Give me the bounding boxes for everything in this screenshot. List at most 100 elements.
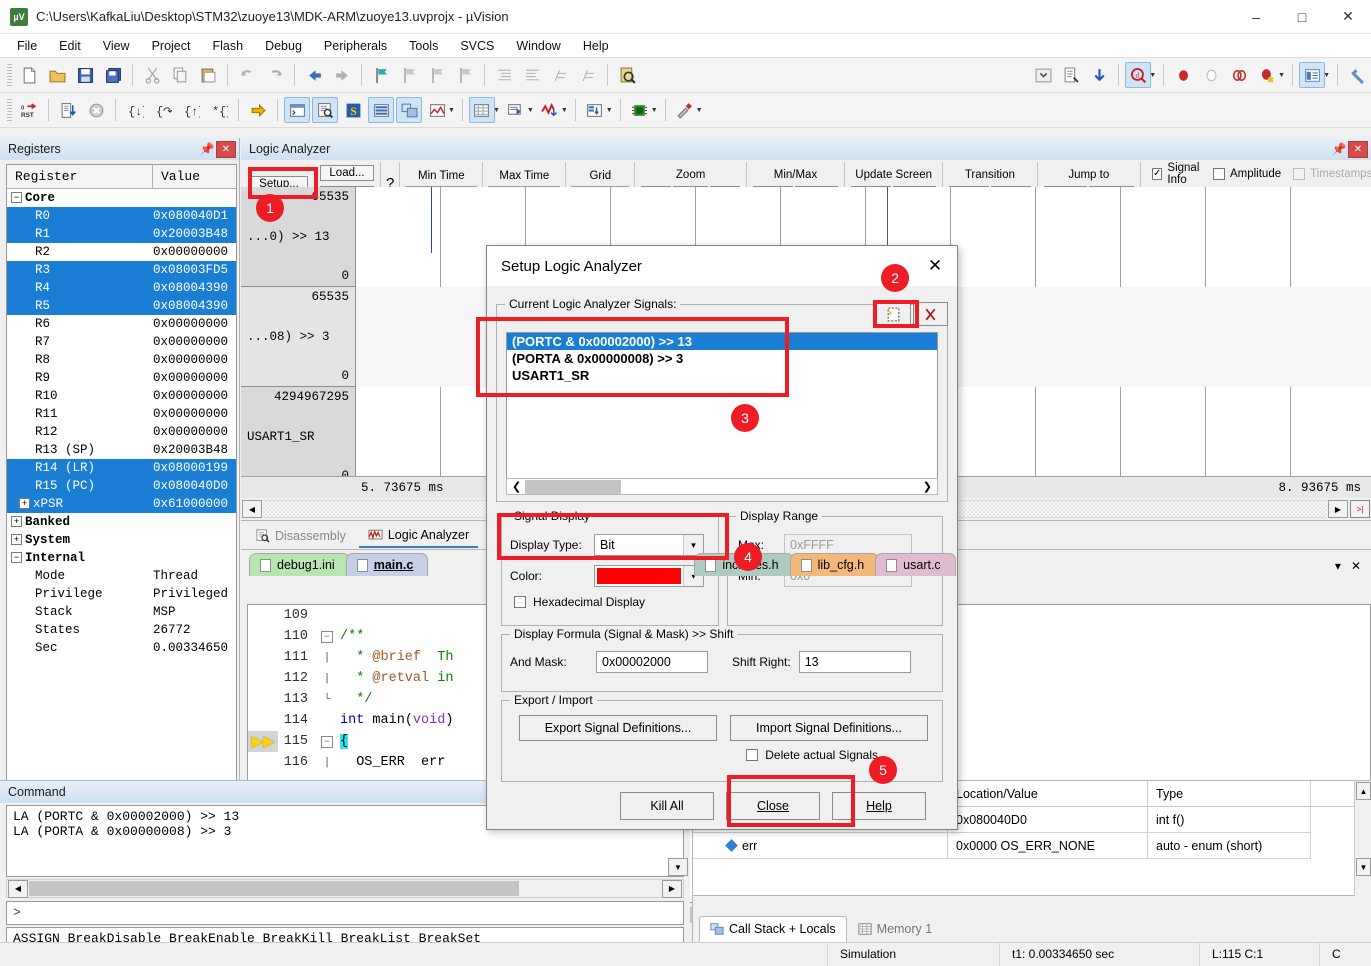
signal-info-checkbox[interactable]: ✓ [1152,167,1163,180]
file-tab-lib-cfg-h[interactable]: lib_cfg.h [789,553,880,576]
analysis-dropdown-caret-icon[interactable]: ▼ [561,107,568,114]
bookmark-toggle-icon[interactable] [1086,62,1112,88]
signal-list-item[interactable]: USART1_SR [507,367,937,384]
show-next-statement-icon[interactable] [245,97,271,123]
file-tab-debug1-ini[interactable]: debug1.ini [249,553,350,576]
save-all-icon[interactable] [100,62,126,88]
menu-file[interactable]: File [6,36,48,56]
signal-list-hscrollbar[interactable]: ❮ ❯ [506,478,938,495]
expander-icon[interactable]: + [11,534,22,546]
register-row[interactable]: R4 0x08004390 [7,279,236,297]
fold-marker[interactable]: − [314,735,340,748]
tab-memory-1[interactable]: Memory 1 [846,916,944,943]
register-row[interactable]: R3 0x08003FD5 [7,261,236,279]
registers-tree[interactable]: Register Value − Core R0 0x080040D1 R1 0x2000… [6,164,237,887]
watch-dropdown-caret-icon[interactable]: ▼ [448,107,455,114]
step-into-icon[interactable]: {↓} [122,97,148,123]
paste-icon[interactable] [195,62,221,88]
register-row[interactable]: Sec 0.00334650 [7,639,236,657]
menu-debug[interactable]: Debug [254,36,313,56]
bookmark-prev-icon[interactable] [396,62,422,88]
pin-icon[interactable]: 📌 [198,142,216,156]
load-button[interactable]: Load... [320,164,374,181]
checkbox-amplitude[interactable]: Amplitude [1207,164,1287,184]
project-window-icon[interactable] [1299,62,1326,88]
find-in-files-icon[interactable] [614,62,640,88]
disable-breakpoint-icon[interactable] [1198,62,1224,88]
call-stack-vscrollbar[interactable]: ▲ ▼ [1354,781,1371,896]
shift-right-field[interactable]: 13 [798,651,911,673]
siglist-scroll-thumb[interactable] [525,479,621,494]
import-signal-definitions-button[interactable]: Import Signal Definitions... [730,715,928,741]
expander-icon[interactable]: + [11,516,22,528]
table-row[interactable]: err 0x0000 OS_ERR_NONE auto - enum (shor… [693,833,1371,859]
bookmark-next-icon[interactable] [424,62,450,88]
call-stack-window-icon[interactable] [396,97,422,123]
pin-icon[interactable]: 📌 [1330,142,1348,156]
chevron-down-icon[interactable]: ▼ [683,535,703,555]
command-hscrollbar[interactable]: ◀ ▶ [6,879,684,898]
tab-call-stack-locals[interactable]: Call Stack + Locals [699,916,847,943]
debug-dropdown-caret-icon[interactable]: ▼ [1149,72,1156,79]
uncomment-icon[interactable] [575,62,601,88]
kill-all-button[interactable]: Kill All [620,792,714,820]
register-row[interactable]: Privilege Privileged [7,585,236,603]
bookmark-clear-icon[interactable] [452,62,478,88]
step-out-icon[interactable]: {↑} [178,97,204,123]
fold-marker[interactable]: − [314,630,340,643]
register-row[interactable]: + xPSR 0x61000000 [7,495,236,513]
dialog-close-button[interactable]: ✕ [913,246,957,286]
cursor-line[interactable] [431,187,432,253]
browse-symbols-icon[interactable] [1058,62,1084,88]
setup-logic-analyzer-dialog[interactable]: Setup Logic Analyzer ✕ Current Logic Ana… [486,245,958,830]
system-viewer-caret-icon[interactable]: ▼ [651,107,658,114]
checkbox-signal-info[interactable]: ✓ Signal Info [1146,162,1207,186]
scroll-left-button[interactable]: ◀ [242,500,262,518]
insert-breakpoint-icon[interactable] [1170,62,1196,88]
export-signal-definitions-button[interactable]: Export Signal Definitions... [519,715,717,741]
register-row[interactable]: + System [7,531,236,549]
menu-window[interactable]: Window [505,36,571,56]
fold-marker[interactable]: | [314,757,340,769]
register-row[interactable]: R0 0x080040D1 [7,207,236,225]
reset-icon[interactable]: 0 RST [16,97,42,123]
menu-flash[interactable]: Flash [201,36,254,56]
hexadecimal-display-checkbox[interactable] [514,596,526,608]
save-icon[interactable] [72,62,98,88]
register-row[interactable]: R10 0x00000000 [7,387,236,405]
stop-icon[interactable] [83,97,109,123]
redo-icon[interactable] [262,62,288,88]
configure-target-icon[interactable] [1344,62,1370,88]
help-button[interactable]: Help [832,792,926,820]
undo-icon[interactable] [234,62,260,88]
kill-all-breakpoints-icon[interactable] [1254,62,1280,88]
command-input[interactable]: > [6,901,684,925]
new-file-icon[interactable] [16,62,42,88]
outdent-icon[interactable] [519,62,545,88]
menu-tools[interactable]: Tools [398,36,449,56]
register-row[interactable]: Stack MSP [7,603,236,621]
signal-list[interactable]: (PORTC & 0x00002000) >> 13 (PORTA & 0x00… [506,332,938,480]
file-tab-usart-c[interactable]: usart.c [875,553,956,576]
menu-edit[interactable]: Edit [48,36,92,56]
trace-window-icon[interactable] [582,97,608,123]
navigate-forward-icon[interactable] [329,62,355,88]
display-type-select[interactable]: Bit ▼ [594,534,704,556]
register-row[interactable]: R8 0x00000000 [7,351,236,369]
command-window-icon[interactable] [284,97,310,123]
fold-marker[interactable]: | [314,673,340,685]
signal-row-1[interactable]: 65535 ...08) >> 3 0 [241,287,355,387]
tab-disassembly[interactable]: Disassembly [247,525,355,547]
new-signal-button[interactable] [876,302,911,326]
file-tab-main-c[interactable]: main.c [345,553,429,576]
run-to-cursor-icon[interactable]: *{} [206,97,232,123]
system-viewer-icon[interactable] [627,97,653,123]
register-row[interactable]: R1 0x20003B48 [7,225,236,243]
close-icon[interactable]: ✕ [216,140,236,158]
memory-dropdown-caret-icon[interactable]: ▼ [493,107,500,114]
serial-dropdown-caret-icon[interactable]: ▼ [527,107,534,114]
expander-icon[interactable]: + [19,498,30,510]
siglist-scroll-right[interactable]: ❯ [923,480,932,493]
fold-marker[interactable]: └ [314,694,340,706]
tab-overflow-icon[interactable]: ▾ [1335,559,1341,573]
